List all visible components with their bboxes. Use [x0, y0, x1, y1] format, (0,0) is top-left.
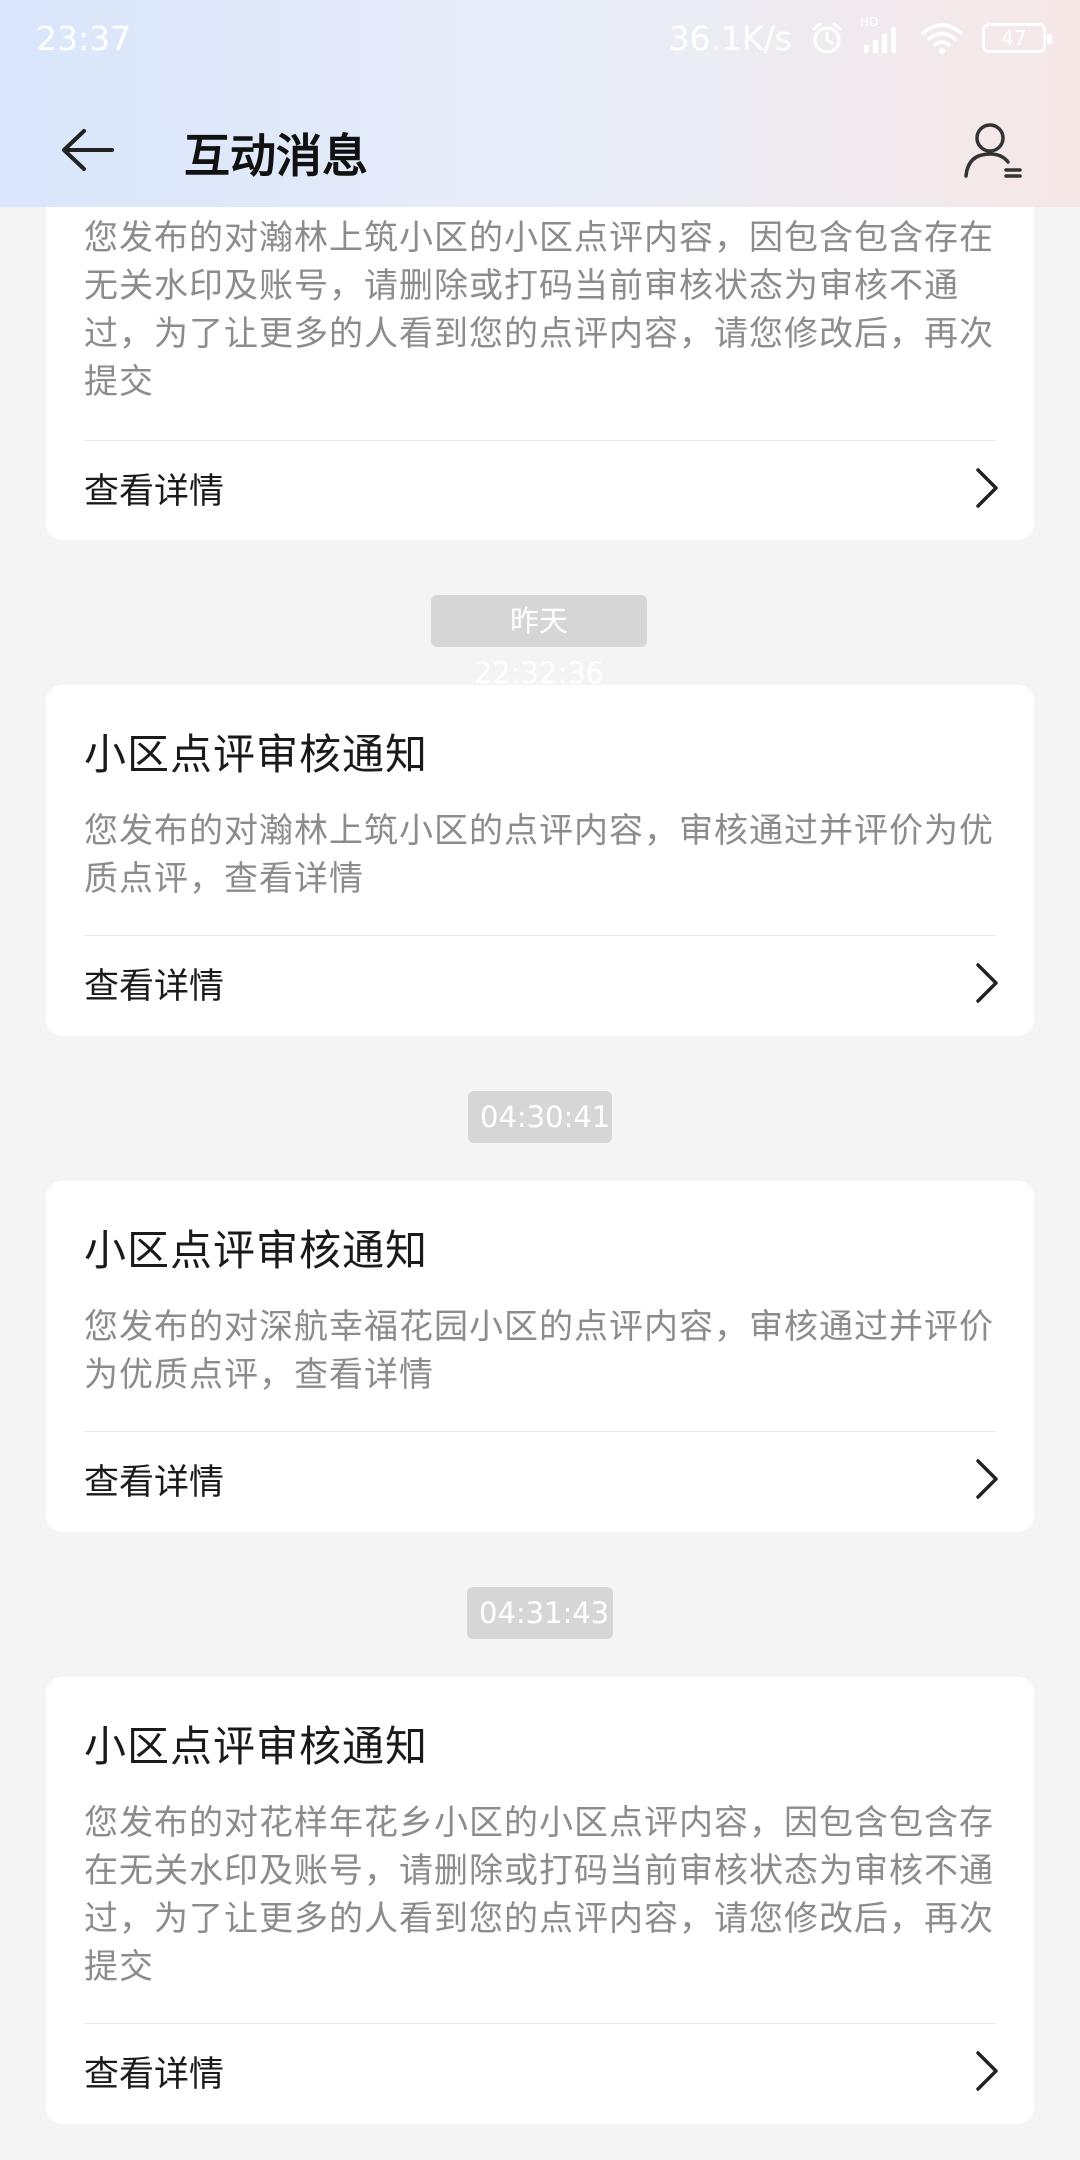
user-settings-icon: [964, 123, 1022, 178]
timestamp: 昨天 22:32:36: [431, 595, 647, 690]
view-details-label: 查看详情: [84, 471, 225, 512]
message-card: 您发布的对瀚林上筑小区的小区点评内容，因包含包含存在无关水印及账号，请删除或打码…: [46, 150, 1034, 540]
card-divider: [84, 1431, 996, 1432]
status-bar: 23:37 36.1K/s HD 47: [0, 0, 1080, 76]
status-time: 23:37: [36, 18, 132, 58]
message-title: 小区点评审核通知: [84, 730, 429, 779]
status-icons: 36.1K/s HD 47: [668, 15, 1052, 58]
page-title: 互动消息: [184, 129, 368, 183]
hd-label: HD: [860, 15, 879, 29]
signal-hd-icon: HD: [860, 15, 902, 55]
card-divider: [84, 935, 996, 936]
chevron-right-icon: [970, 961, 1004, 1005]
message-body: 您发布的对深航幸福花园小区的点评内容，审核通过并评价为优质点评，查看详情: [84, 1307, 994, 1395]
message-body: 您发布的对瀚林上筑小区的点评内容，审核通过并评价为优质点评，查看详情: [84, 811, 994, 899]
chevron-right-icon: [970, 1457, 1004, 1501]
profile-button[interactable]: [958, 116, 1028, 186]
view-details-button[interactable]: 查看详情: [84, 1444, 1004, 1514]
message-body: 您发布的对瀚林上筑小区的小区点评内容，因包含包含存在无关水印及账号，请删除或打码…: [84, 218, 994, 402]
chevron-right-icon: [970, 2049, 1004, 2093]
message-title: 小区点评审核通知: [84, 1226, 429, 1275]
battery-icon: 47: [982, 23, 1052, 53]
message-card: 小区点评审核通知 您发布的对深航幸福花园小区的点评内容，审核通过并评价为优质点评…: [46, 1181, 1034, 1532]
view-details-label: 查看详情: [84, 1462, 225, 1503]
back-button[interactable]: [56, 122, 126, 178]
battery-level: 47: [1001, 26, 1027, 50]
view-details-button[interactable]: 查看详情: [84, 453, 1004, 523]
network-speed: 36.1K/s: [668, 18, 792, 58]
back-arrow-icon: [62, 129, 114, 171]
wifi-icon: [920, 21, 964, 55]
timestamp: 04:30:41: [468, 1091, 612, 1143]
alarm-icon: [810, 21, 844, 55]
nav-bar: 互动消息: [0, 100, 1080, 200]
timestamp: 04:31:43: [467, 1587, 613, 1639]
view-details-label: 查看详情: [84, 966, 225, 1007]
view-details-label: 查看详情: [84, 2054, 225, 2095]
card-divider: [84, 440, 996, 441]
app-header: 23:37 36.1K/s HD 47 互动消息: [0, 0, 1080, 207]
view-details-button[interactable]: 查看详情: [84, 2036, 1004, 2106]
chevron-right-icon: [970, 466, 1004, 510]
message-title: 小区点评审核通知: [84, 1722, 429, 1771]
view-details-button[interactable]: 查看详情: [84, 948, 1004, 1018]
message-card: 小区点评审核通知 您发布的对瀚林上筑小区的点评内容，审核通过并评价为优质点评，查…: [46, 685, 1034, 1036]
screen: 您发布的对瀚林上筑小区的小区点评内容，因包含包含存在无关水印及账号，请删除或打码…: [0, 0, 1080, 2160]
message-card: 小区点评审核通知 您发布的对花样年花乡小区的小区点评内容，因包含包含存在无关水印…: [46, 1677, 1034, 2124]
message-body: 您发布的对花样年花乡小区的小区点评内容，因包含包含存在无关水印及账号，请删除或打…: [84, 1803, 994, 1987]
message-list[interactable]: 您发布的对瀚林上筑小区的小区点评内容，因包含包含存在无关水印及账号，请删除或打码…: [0, 0, 1080, 2160]
card-divider: [84, 2023, 996, 2024]
